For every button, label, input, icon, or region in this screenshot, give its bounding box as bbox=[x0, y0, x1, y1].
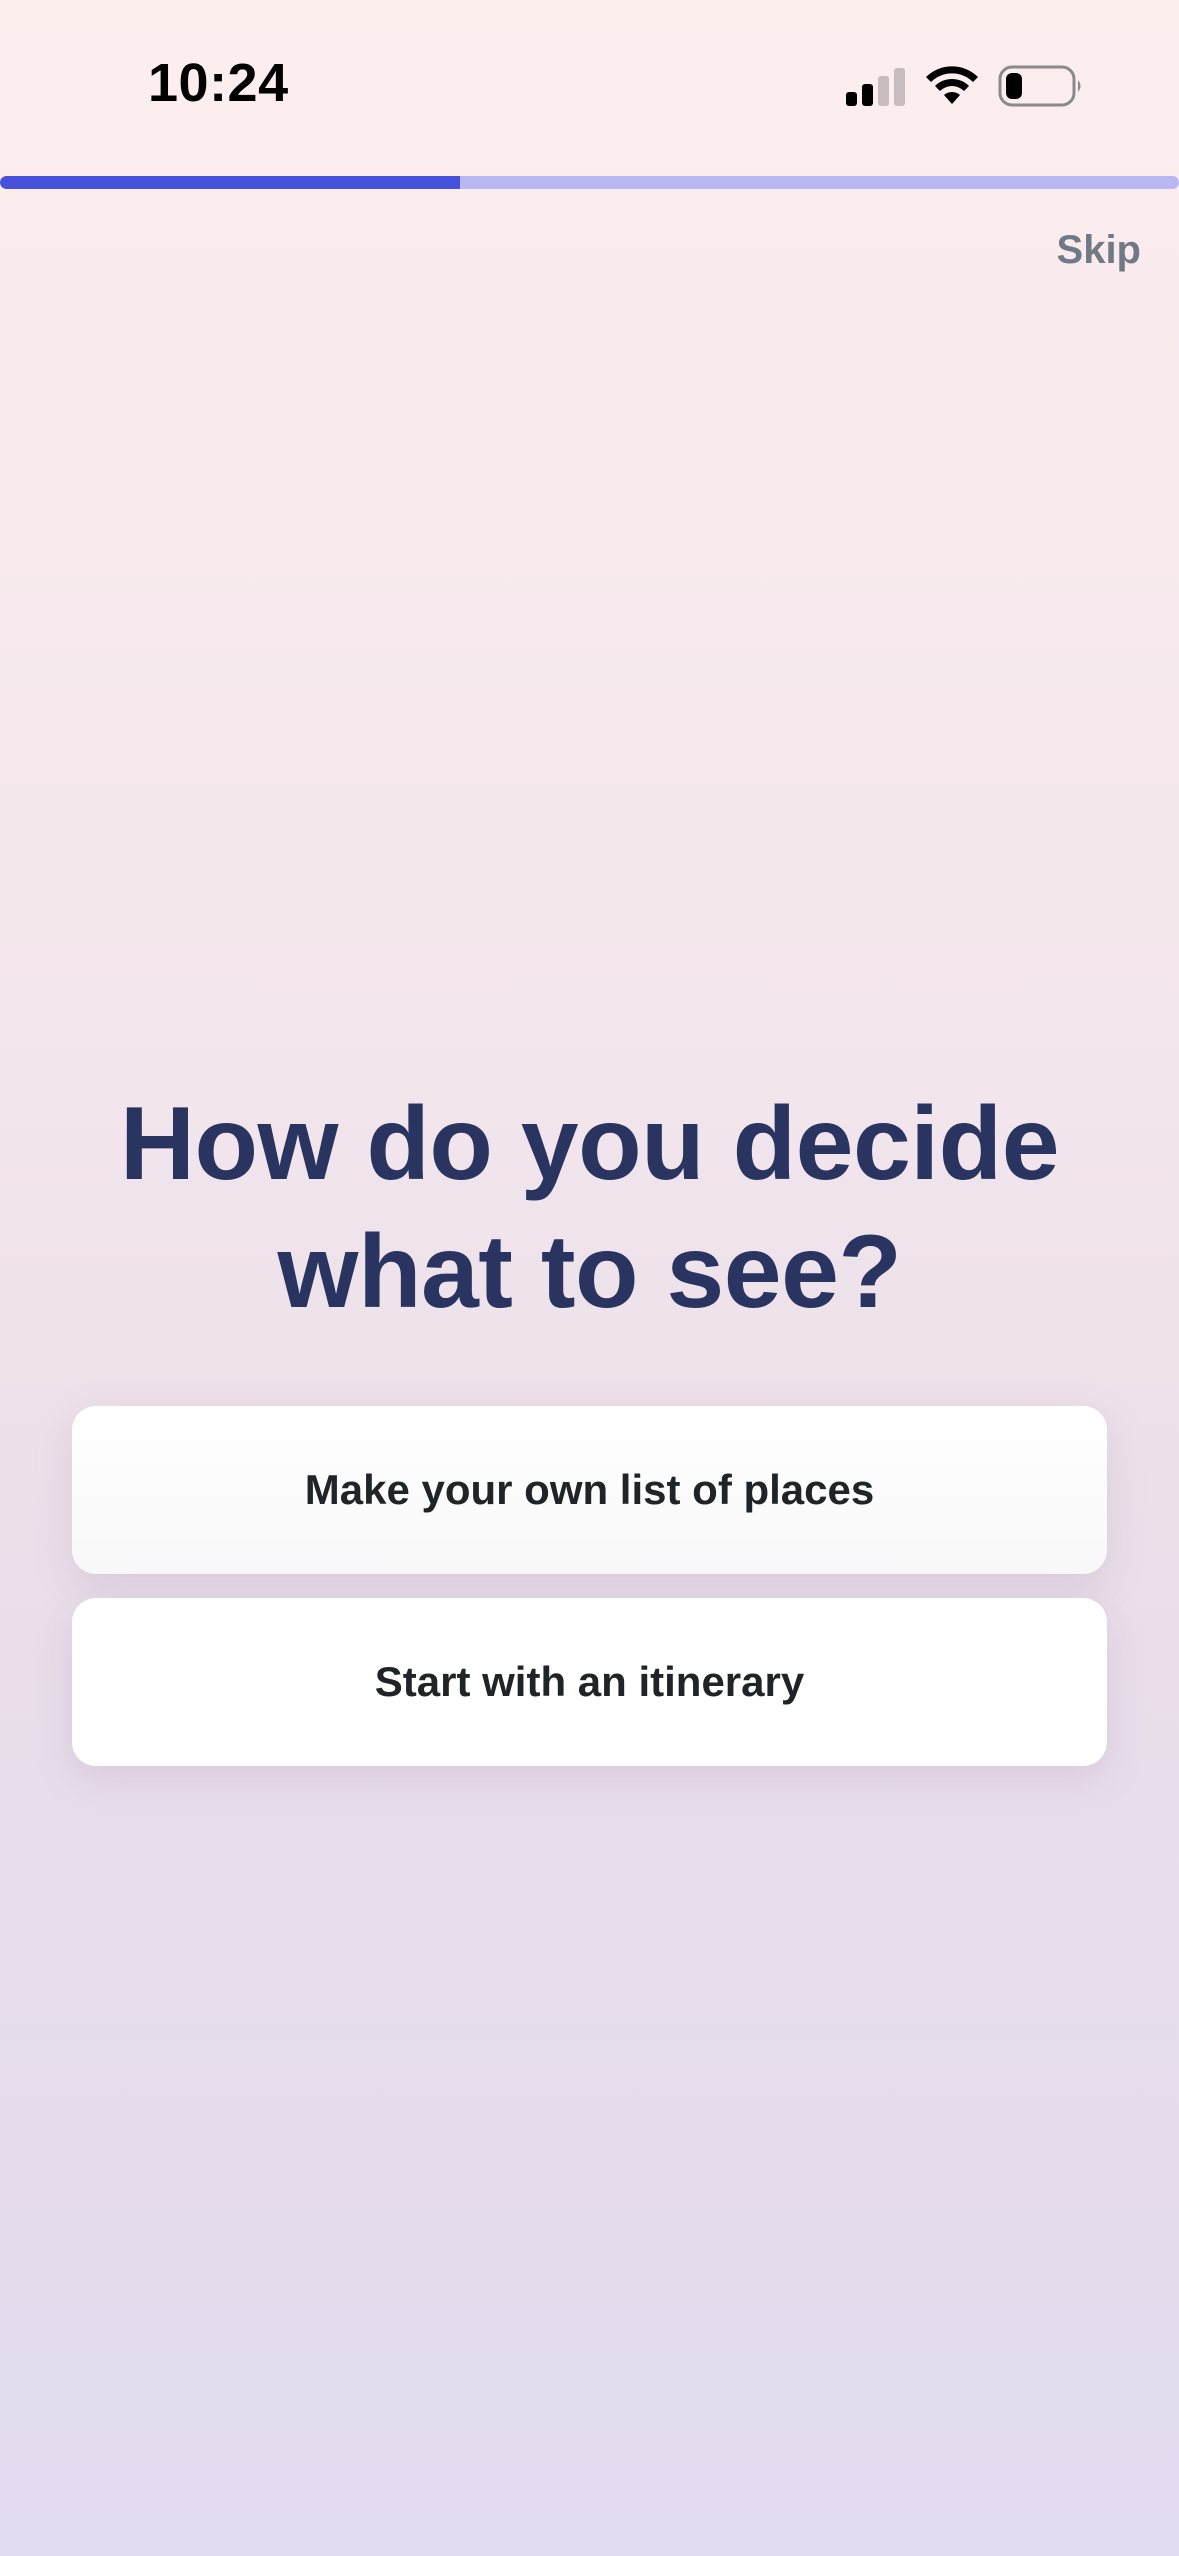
option-start-itinerary-button[interactable]: Start with an itinerary bbox=[72, 1598, 1107, 1766]
page-title: How do you decide what to see? bbox=[119, 1086, 1060, 1330]
skip-button[interactable]: Skip bbox=[1057, 228, 1141, 273]
status-bar: 10:24 bbox=[0, 0, 1179, 170]
option-make-own-list-button[interactable]: Make your own list of places bbox=[72, 1406, 1107, 1574]
cellular-signal-icon bbox=[846, 68, 905, 106]
battery-icon bbox=[998, 65, 1081, 107]
wifi-icon bbox=[926, 66, 978, 104]
onboarding-progress-fill bbox=[0, 176, 460, 189]
status-time: 10:24 bbox=[148, 53, 289, 113]
onboarding-progress-bar bbox=[0, 176, 1179, 189]
